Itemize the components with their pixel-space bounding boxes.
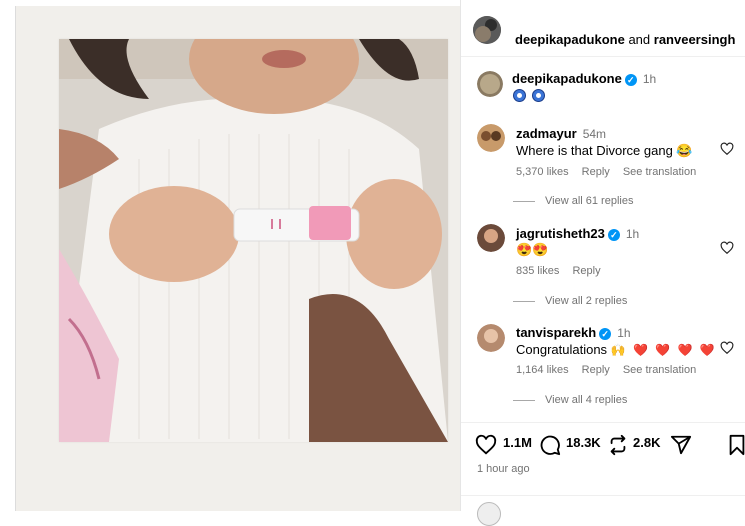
caption-username[interactable]: deepikapadukone bbox=[512, 71, 622, 86]
post-header: deepikapadukone and ranveersingh bbox=[461, 8, 745, 57]
comment-text-line: Where is that Divorce gang 😂 bbox=[516, 143, 693, 159]
view-replies-label: View all 2 replies bbox=[545, 295, 628, 307]
reply-button[interactable]: Reply bbox=[572, 265, 600, 277]
share-count[interactable]: 2.8K bbox=[633, 435, 660, 450]
divider bbox=[461, 495, 745, 496]
polaroid-frame bbox=[59, 39, 448, 442]
comment-emoji: 😍😍 bbox=[516, 242, 549, 257]
post-timestamp: 1 hour ago bbox=[477, 463, 530, 475]
like-count[interactable]: 1.1M bbox=[503, 435, 532, 450]
comment-avatar[interactable] bbox=[477, 124, 505, 152]
verified-badge-icon: ✓ bbox=[624, 73, 637, 86]
view-replies-label: View all 4 replies bbox=[545, 394, 628, 406]
verified-badge-icon: ✓ bbox=[599, 327, 612, 340]
view-replies-link[interactable]: View all 4 replies bbox=[513, 394, 627, 406]
author-link-2[interactable]: ranveersingh bbox=[654, 32, 736, 47]
like-comment-heart-icon[interactable] bbox=[720, 341, 734, 355]
comment-meta: 835 likes Reply bbox=[516, 265, 611, 277]
repost-icon[interactable] bbox=[607, 434, 629, 456]
comment-username-line: jagrutisheth23 ✓ 1h bbox=[516, 226, 639, 241]
author-joiner: and bbox=[628, 32, 651, 47]
comment-avatar[interactable] bbox=[477, 324, 505, 352]
like-comment-heart-icon[interactable] bbox=[720, 142, 734, 156]
view-replies-link[interactable]: View all 61 replies bbox=[513, 195, 633, 207]
post-photo bbox=[59, 39, 448, 442]
comment-time: 1h bbox=[617, 326, 631, 340]
comment-username[interactable]: jagrutisheth23 bbox=[516, 226, 605, 241]
reply-button[interactable]: Reply bbox=[582, 364, 610, 376]
post-authors: deepikapadukone and ranveersingh bbox=[515, 32, 735, 47]
comment-count[interactable]: 18.3K bbox=[566, 435, 601, 450]
caption-time: 1h bbox=[642, 72, 657, 86]
comment-time: 1h bbox=[625, 227, 640, 241]
evil-eye-icon bbox=[532, 89, 545, 102]
collab-avatar[interactable] bbox=[473, 16, 501, 44]
see-translation-link[interactable]: See translation bbox=[623, 364, 696, 376]
comment-username-line: tanvisparekh ✓ 1h bbox=[516, 325, 631, 340]
comment-likes[interactable]: 1,164 likes bbox=[516, 364, 569, 376]
view-replies-link[interactable]: View all 2 replies bbox=[513, 295, 627, 307]
view-replies-label: View all 61 replies bbox=[545, 195, 634, 207]
comment-text-line: Congratulations 🙌 ❤️ ❤️ ❤️ ❤️ bbox=[516, 342, 717, 357]
comment-likes[interactable]: 835 likes bbox=[516, 265, 559, 277]
comment-username[interactable]: tanvisparekh bbox=[516, 325, 596, 340]
author-link-1[interactable]: deepikapadukone bbox=[515, 32, 625, 47]
comment-text: Congratulations bbox=[516, 342, 608, 357]
comment-meta: 1,164 likes Reply See translation bbox=[516, 364, 706, 376]
comment-bubble-icon[interactable] bbox=[539, 434, 561, 456]
caption-author: deepikapadukone ✓ 1h bbox=[512, 71, 656, 86]
caption-avatar[interactable] bbox=[477, 71, 503, 97]
comment-emoji: 😂 bbox=[676, 143, 693, 158]
like-comment-heart-icon[interactable] bbox=[720, 241, 734, 255]
comment-text: Where is that Divorce gang bbox=[516, 143, 673, 158]
reply-button[interactable]: Reply bbox=[582, 166, 610, 178]
comment-avatar[interactable] bbox=[477, 224, 505, 252]
save-bookmark-icon[interactable] bbox=[727, 434, 745, 456]
comment-emoji: 🙌 ❤️ ❤️ ❤️ ❤️ bbox=[610, 343, 717, 357]
verified-badge-icon: ✓ bbox=[607, 228, 620, 241]
page-gutter bbox=[0, 0, 15, 511]
see-translation-link[interactable]: See translation bbox=[623, 166, 696, 178]
send-icon[interactable] bbox=[670, 434, 692, 456]
post-media[interactable] bbox=[15, 6, 460, 511]
post-sidebar: deepikapadukone and ranveersingh deepika… bbox=[460, 0, 745, 526]
current-user-avatar[interactable] bbox=[477, 502, 501, 526]
like-heart-icon[interactable] bbox=[475, 434, 497, 456]
comment-likes[interactable]: 5,370 likes bbox=[516, 166, 569, 178]
comment-time: 54m bbox=[582, 127, 607, 141]
evil-eye-icon bbox=[513, 89, 526, 102]
post-actions-bar: 1.1M 18.3K 2.8K bbox=[461, 422, 745, 469]
comment-username[interactable]: zadmayur bbox=[516, 126, 577, 141]
comment-meta: 5,370 likes Reply See translation bbox=[516, 166, 706, 178]
comment-username-line: zadmayur 54m bbox=[516, 126, 606, 141]
comment-text-line: 😍😍 bbox=[516, 242, 548, 258]
